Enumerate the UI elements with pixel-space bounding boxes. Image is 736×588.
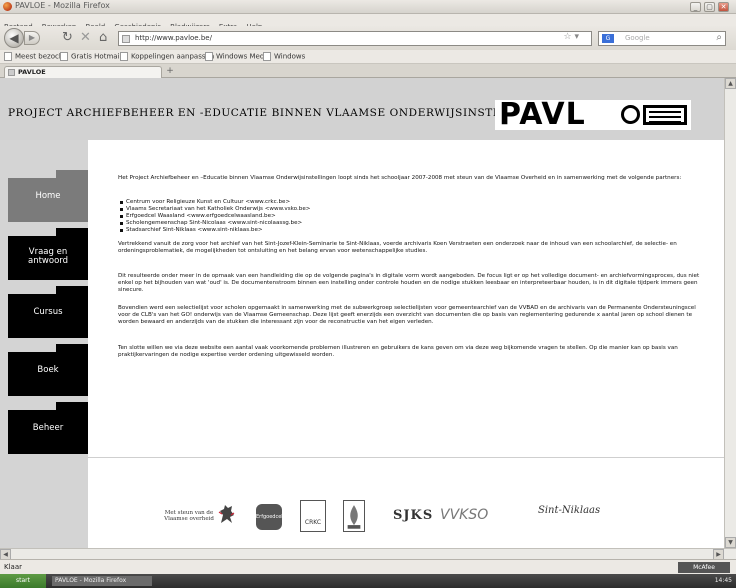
vlaanderen-logo[interactable]: Met steun van de Vlaamse overheid: [158, 510, 220, 522]
bookmark-item[interactable]: Meest bezocht: [4, 52, 66, 61]
body-paragraph: Ten slotte willen we via deze website ee…: [118, 345, 678, 358]
bookmark-item[interactable]: Windows Media: [205, 52, 271, 61]
sint-niklaas-label: Sint-Niklaas: [538, 505, 601, 516]
taskbar-item[interactable]: PAVLOE - Mozilla Firefox: [52, 576, 152, 586]
sint-niklaas-logo[interactable]: Sint-Niklaas: [538, 505, 600, 516]
page-favicon: [122, 35, 130, 43]
nav-home[interactable]: Home: [8, 170, 88, 222]
page-icon: [263, 52, 271, 61]
maximize-button[interactable]: ▢: [704, 2, 715, 12]
flame-icon[interactable]: [343, 500, 365, 532]
mcafee-badge[interactable]: McAfee SiteAdvisor: [678, 562, 730, 582]
bookmark-item[interactable]: Gratis Hotmail: [60, 52, 121, 61]
tab-favicon: [8, 69, 15, 76]
nav-label: Boek: [37, 365, 59, 375]
nav-beheer[interactable]: Beheer: [8, 402, 88, 454]
partner-list: Centrum voor Religieuze Kunst en Cultuur…: [120, 199, 310, 234]
nav-label: Beheer: [32, 423, 64, 433]
list-item: Centrum voor Religieuze Kunst en Cultuur…: [120, 199, 310, 206]
new-tab-button[interactable]: +: [163, 67, 177, 77]
sjks-label: SJKS: [393, 508, 434, 523]
nav-boek[interactable]: Boek: [8, 344, 88, 396]
status-text: Klaar: [4, 563, 22, 571]
close-button[interactable]: ✕: [718, 2, 729, 12]
crkc-label: CRKC: [304, 519, 322, 526]
body-paragraph: Dit resulteerde onder meer in de opmaak …: [118, 273, 700, 293]
nav-vraag-en-antwoord[interactable]: Vraag en antwoord: [8, 228, 88, 280]
page-icon: [205, 52, 213, 61]
list-item: Scholengemeenschap Sint-Nicolaas <www.si…: [120, 220, 310, 227]
body-paragraph: Bovendien werd een selectielijst voor sc…: [118, 305, 696, 325]
url-bar[interactable]: http://www.pavloe.be/ ☆ ▾: [118, 31, 592, 46]
google-icon[interactable]: G: [602, 34, 614, 43]
bookmark-label: Meest bezocht: [15, 52, 67, 61]
nav-cursus[interactable]: Cursus: [8, 286, 88, 338]
window-title: PAVLOE - Mozilla Firefox: [15, 1, 110, 10]
status-bar: Klaar McAfee SiteAdvisor: [0, 559, 736, 582]
logo-text: PAVL: [499, 97, 586, 132]
reload-icon[interactable]: ↻: [62, 30, 73, 46]
start-button[interactable]: start: [0, 574, 46, 588]
logo-bars: [643, 105, 687, 125]
navigation-toolbar: ◀ ▶ ↻ ✕ ⌂ http://www.pavloe.be/ ☆ ▾ G Go…: [0, 26, 736, 50]
erfgoedcel-label: Erfgoedcel: [256, 514, 283, 520]
nav-label: Cursus: [33, 307, 63, 317]
sjks-logo[interactable]: SJKS: [393, 508, 433, 523]
minimize-button[interactable]: _: [690, 2, 701, 12]
search-icon[interactable]: ⌕: [716, 32, 722, 43]
menu-bar: Bestand Bewerken Beeld Geschiedenis Blad…: [0, 14, 736, 31]
bookmark-label: Windows: [274, 52, 306, 61]
title-bar: PAVLOE - Mozilla Firefox _ ▢ ✕: [0, 0, 736, 14]
vvkso-logo[interactable]: VVKSO: [440, 507, 488, 523]
body-paragraph: Vertrekkend vanuit de zorg voor het arch…: [118, 241, 677, 254]
vertical-scrollbar[interactable]: ▲ ▼: [724, 78, 736, 548]
back-arrow-icon[interactable]: ◀: [4, 28, 24, 48]
page-icon: [120, 52, 128, 61]
crkc-logo[interactable]: CRKC: [300, 500, 326, 532]
footer-divider: [88, 457, 724, 458]
page-banner: PROJECT ARCHIEFBEHEER EN -EDUCATIE BINNE…: [0, 78, 724, 140]
system-clock: 14:45: [714, 577, 732, 584]
vlaanderen-label: Met steun van de Vlaamse overheid: [164, 510, 214, 522]
browser-window: PAVLOE - Mozilla Firefox _ ▢ ✕ Bestand B…: [0, 0, 736, 588]
bookmark-label: Koppelingen aanpassen: [131, 52, 215, 61]
list-item: Erfgoedcel Waasland <www.erfgoedcelwaasl…: [120, 213, 310, 220]
list-item: Vlaams Secretariaat van het Katholiek On…: [120, 206, 310, 213]
search-placeholder: Google: [625, 34, 650, 42]
page-icon: [60, 52, 68, 61]
lion-icon: [218, 505, 235, 523]
tab-label: PAVLOE: [18, 68, 46, 76]
page-viewport: PROJECT ARCHIEFBEHEER EN -EDUCATIE BINNE…: [0, 78, 724, 548]
star-icon[interactable]: ☆ ▾: [564, 32, 579, 42]
nav-label: Home: [35, 191, 61, 201]
nav-label: Vraag en antwoord: [27, 247, 69, 266]
scroll-up-icon[interactable]: ▲: [725, 78, 736, 89]
horizontal-scrollbar[interactable]: ◀ ▶: [0, 548, 736, 560]
url-text: http://www.pavloe.be/: [135, 34, 212, 42]
page-icon: [4, 52, 12, 61]
banner-title: PROJECT ARCHIEFBEHEER EN -EDUCATIE BINNE…: [8, 107, 558, 119]
vvkso-label: VVKSO: [440, 507, 489, 523]
bookmark-label: Gratis Hotmail: [71, 52, 122, 61]
firefox-icon: [3, 2, 12, 11]
logo-circle: [621, 105, 640, 124]
pavloe-logo[interactable]: PAVL: [495, 97, 691, 132]
bookmarks-toolbar: Meest bezocht Gratis Hotmail Koppelingen…: [0, 50, 736, 64]
forward-arrow-icon[interactable]: ▶: [24, 31, 40, 45]
taskbar: start PAVLOE - Mozilla Firefox 14:45: [0, 574, 736, 588]
stop-icon[interactable]: ✕: [80, 30, 91, 46]
bookmark-item[interactable]: Windows: [263, 52, 305, 61]
main-content: Het Project Archiefbeheer en –Educatie b…: [88, 140, 724, 548]
intro-paragraph: Het Project Archiefbeheer en –Educatie b…: [118, 175, 682, 181]
bookmark-item[interactable]: Koppelingen aanpassen: [120, 52, 214, 61]
tab-bar: PAVLOE +: [0, 64, 736, 78]
list-item: Stadsarchief Sint-Niklaas <www.sint-nikl…: [120, 227, 310, 234]
tab-pavloe[interactable]: PAVLOE: [4, 66, 162, 78]
search-box[interactable]: G Google ⌕: [598, 31, 726, 46]
sidebar-nav: Home Vraag en antwoord Cursus Boek Behee…: [0, 140, 88, 548]
home-icon[interactable]: ⌂: [99, 30, 107, 46]
scroll-down-icon[interactable]: ▼: [725, 537, 736, 548]
erfgoedcel-logo[interactable]: Erfgoedcel: [256, 504, 283, 530]
